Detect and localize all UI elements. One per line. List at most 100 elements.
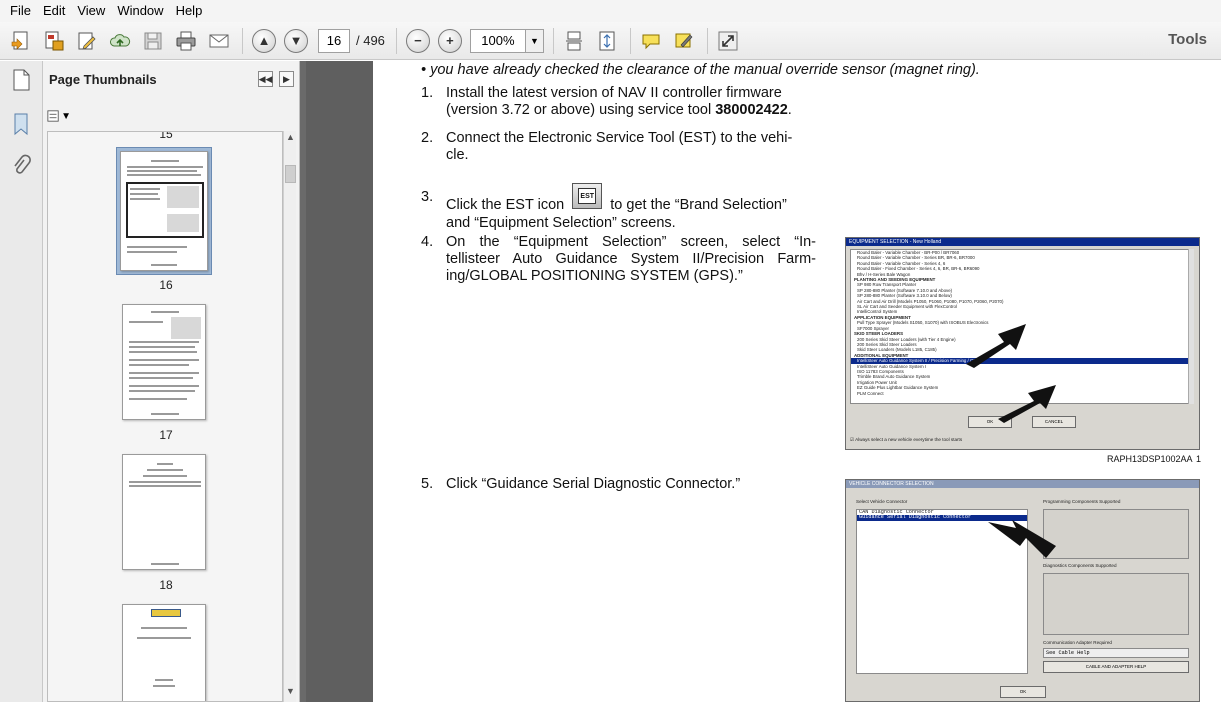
zoom-dropdown-button[interactable]: ▼ bbox=[524, 29, 543, 52]
convert-pdf-button[interactable] bbox=[39, 26, 69, 56]
thumbnail-scrollbar[interactable]: ▲ ▼ bbox=[283, 131, 296, 702]
envelope-icon bbox=[209, 34, 229, 47]
scroll-up-arrow-icon[interactable]: ▲ bbox=[284, 132, 297, 146]
figure-label: Diagnostics Components Supported bbox=[1043, 563, 1117, 568]
menu-help[interactable]: Help bbox=[170, 0, 209, 22]
step-line: cle. bbox=[446, 147, 469, 163]
figure-caption-number: 1 bbox=[1196, 454, 1202, 464]
panel-title: Page Thumbnails bbox=[49, 72, 157, 87]
thumbnail-page-number: 16 bbox=[159, 278, 173, 292]
collapse-panel-button[interactable]: ◀◀ bbox=[258, 71, 273, 87]
vehicle-connector-figure: VEHICLE CONNECTOR SELECTION Select Vehic… bbox=[845, 479, 1200, 702]
figure-title-bar: VEHICLE CONNECTOR SELECTION bbox=[846, 480, 1199, 488]
paperclip-icon bbox=[14, 154, 31, 174]
step-number: 2. bbox=[421, 130, 434, 146]
tools-link[interactable]: Tools bbox=[1168, 31, 1207, 48]
menu-view[interactable]: View bbox=[71, 0, 111, 22]
step-line: and “Equipment Selection” screens. bbox=[446, 215, 676, 231]
double-chevron-left-icon: ◀◀ bbox=[258, 73, 273, 84]
step-line: On the “Equipment Selection” screen, sel… bbox=[446, 234, 816, 250]
scrolling-mode-button[interactable] bbox=[559, 26, 589, 56]
page-thumbnails-tab[interactable] bbox=[8, 67, 34, 93]
scroll-pages-icon bbox=[565, 31, 582, 50]
fit-page-button[interactable] bbox=[592, 26, 622, 56]
plus-icon: + bbox=[446, 33, 454, 48]
page-icon bbox=[13, 69, 30, 91]
menu-window[interactable]: Window bbox=[111, 0, 169, 22]
step-2-text: Connect the Electronic Service Tool (EST… bbox=[446, 130, 816, 164]
figure-label: Communication Adapter Required bbox=[1043, 640, 1112, 645]
bookmarks-tab[interactable] bbox=[8, 111, 34, 137]
step-number: 3. bbox=[421, 189, 434, 205]
toolbar-separator bbox=[552, 27, 554, 54]
zoom-out-button[interactable]: − bbox=[405, 28, 430, 53]
scrollbar-thumb[interactable] bbox=[285, 165, 296, 183]
document-page: • you have already checked the clearance… bbox=[373, 61, 1221, 702]
step-line: tellisteer Auto Guidance System II/Preci… bbox=[446, 251, 816, 267]
figure-title-bar: EQUIPMENT SELECTION - New Holland bbox=[846, 238, 1199, 246]
step-line: ing/GLOBAL POSITIONING SYSTEM (GPS).” bbox=[446, 268, 743, 284]
expand-arrows-icon bbox=[718, 31, 738, 50]
attachments-tab[interactable] bbox=[8, 153, 34, 179]
diagnostics-box bbox=[1043, 573, 1189, 635]
save-button[interactable] bbox=[138, 26, 168, 56]
create-pdf-button[interactable] bbox=[6, 26, 36, 56]
toolbar: ▲ ▼ / 496 − + ▼ Tools bbox=[0, 22, 1221, 60]
next-page-button[interactable]: ▼ bbox=[284, 28, 308, 53]
options-list-icon bbox=[47, 110, 59, 122]
minus-icon: − bbox=[414, 33, 422, 48]
step-line: Install the latest version of NAV II con… bbox=[446, 85, 782, 101]
comment-bubble-icon bbox=[642, 34, 660, 49]
printer-icon bbox=[176, 31, 196, 50]
thumbnail-page-17[interactable] bbox=[122, 304, 206, 420]
thumbnail-page-18[interactable] bbox=[122, 454, 206, 570]
edit-pencil-icon bbox=[78, 32, 96, 50]
step-3-text: Click the EST icon EST to get the “Brand… bbox=[446, 183, 826, 232]
step-number: 1. bbox=[421, 85, 434, 101]
chevron-right-icon: ▶ bbox=[283, 73, 290, 84]
edit-pdf-button[interactable] bbox=[72, 26, 102, 56]
upload-cloud-button[interactable] bbox=[105, 26, 135, 56]
email-button[interactable] bbox=[204, 26, 234, 56]
add-comment-button[interactable] bbox=[636, 26, 666, 56]
zoom-in-button[interactable]: + bbox=[437, 28, 462, 53]
equipment-selection-figure: EQUIPMENT SELECTION - New Holland Round … bbox=[845, 237, 1200, 450]
zoom-combobox[interactable]: ▼ bbox=[469, 28, 544, 53]
toolbar-separator bbox=[395, 27, 397, 54]
thumbnail-list[interactable]: 15 16 17 18 bbox=[47, 131, 283, 702]
tool-number: 380002422 bbox=[715, 102, 788, 118]
step-line: Click “Guidance Serial Diagnostic Connec… bbox=[446, 476, 741, 492]
zoom-input[interactable] bbox=[470, 29, 525, 52]
page-total-label: / 496 bbox=[356, 33, 385, 48]
figure-ok-button: OK bbox=[1000, 686, 1046, 698]
convert-pdf-icon bbox=[45, 31, 64, 50]
menu-edit[interactable]: Edit bbox=[37, 0, 71, 22]
thumbnails-panel: Page Thumbnails ◀◀ ▶ ▼ 15 16 17 18 ▲ ▼ bbox=[43, 61, 300, 702]
menu-file[interactable]: File bbox=[4, 0, 37, 22]
pointer-arrow-icon bbox=[998, 385, 1056, 423]
scroll-down-arrow-icon[interactable]: ▼ bbox=[284, 686, 297, 700]
page-number-input[interactable] bbox=[318, 28, 350, 53]
thumbnail-page-number: 17 bbox=[159, 428, 173, 442]
thumbnail-page-number: 18 bbox=[159, 578, 173, 592]
step-line: Click the EST icon EST to get the “Brand… bbox=[446, 183, 826, 215]
expand-panel-button[interactable]: ▶ bbox=[279, 71, 294, 87]
navigation-pane-strip bbox=[0, 61, 43, 702]
cloud-upload-icon bbox=[110, 33, 131, 46]
fit-page-icon bbox=[599, 31, 615, 50]
previous-page-button[interactable]: ▲ bbox=[252, 28, 276, 53]
figure-label: Select Vehicle Connector bbox=[856, 499, 908, 504]
highlight-text-button[interactable] bbox=[669, 26, 699, 56]
thumbnail-page-number: 15 bbox=[159, 131, 173, 141]
thumbnail-page-19[interactable] bbox=[122, 604, 206, 701]
programming-box bbox=[1043, 509, 1189, 559]
toolbar-separator bbox=[706, 27, 708, 54]
pointer-arrow-icon bbox=[988, 520, 1056, 558]
thumbnail-options-button[interactable]: ▼ bbox=[47, 108, 71, 124]
print-button[interactable] bbox=[171, 26, 201, 56]
caret-down-icon: ▼ bbox=[529, 35, 539, 46]
thumbnail-page-16[interactable] bbox=[120, 151, 208, 271]
figure-label: Programming Components Supported bbox=[1043, 499, 1121, 504]
caret-down-icon: ▼ bbox=[61, 110, 71, 122]
full-screen-button[interactable] bbox=[713, 26, 743, 56]
